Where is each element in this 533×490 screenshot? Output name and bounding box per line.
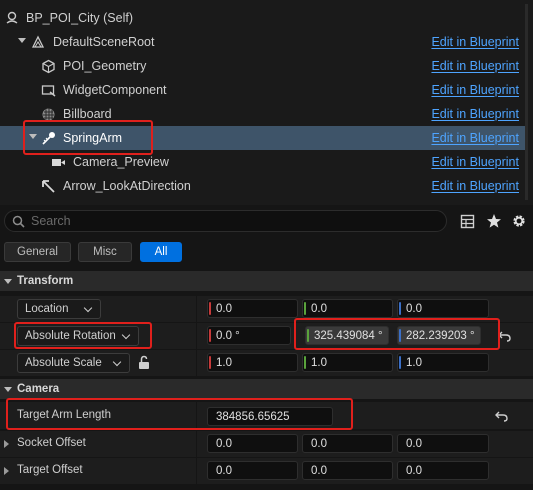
scale-dropdown[interactable]: Absolute Scale: [17, 353, 130, 373]
rotation-y-field[interactable]: 325.439084 °: [305, 326, 389, 345]
reset-to-default-icon[interactable]: [495, 410, 508, 425]
scene-root-icon: [30, 34, 46, 50]
expand-arrow-icon[interactable]: [4, 467, 9, 475]
location-dropdown[interactable]: Location: [17, 299, 101, 319]
target-arm-length-label: Target Arm Length: [17, 409, 111, 421]
edit-in-blueprint-link[interactable]: Edit in Blueprint: [431, 35, 519, 49]
tree-item-defaultsceneroot[interactable]: DefaultSceneRoot Edit in Blueprint: [0, 30, 525, 54]
scale-z-field[interactable]: 1.0: [397, 353, 489, 372]
rotation-z-field[interactable]: 282.239203 °: [397, 326, 481, 345]
table-view-icon[interactable]: [458, 212, 476, 230]
spring-arm-icon: [40, 130, 56, 146]
socket-offset-y-field[interactable]: 0.0: [302, 434, 393, 453]
tree-item-self[interactable]: BP_POI_City (Self): [0, 6, 525, 30]
property-row-absolute-scale: Absolute Scale 1.0 1.0 1.0: [0, 349, 533, 376]
static-mesh-icon: [40, 58, 56, 74]
tree-item-camera-preview[interactable]: Camera_Preview Edit in Blueprint: [0, 150, 525, 174]
edit-in-blueprint-link[interactable]: Edit in Blueprint: [431, 179, 519, 193]
tree-item-poi-geometry[interactable]: POI_Geometry Edit in Blueprint: [0, 54, 525, 78]
tree-item-label: Camera_Preview: [73, 155, 169, 169]
tree-item-widgetcomponent[interactable]: WidgetComponent Edit in Blueprint: [0, 78, 525, 102]
components-tree: BP_POI_City (Self) DefaultSceneRoot Edit…: [0, 0, 533, 205]
section-camera[interactable]: Camera: [0, 379, 533, 399]
edit-in-blueprint-link[interactable]: Edit in Blueprint: [431, 107, 519, 121]
expand-arrow-icon[interactable]: [4, 440, 9, 448]
widget-icon: [40, 82, 56, 98]
billboard-icon: [40, 106, 56, 122]
target-offset-label: Target Offset: [17, 464, 83, 476]
property-row-socket-offset: Socket Offset 0.0 0.0 0.0: [0, 430, 533, 457]
property-row-target-arm-length: Target Arm Length 384856.65625: [0, 401, 533, 429]
collapse-arrow-icon: [4, 387, 12, 392]
tree-item-label: BP_POI_City (Self): [26, 11, 133, 25]
tree-item-springarm[interactable]: SpringArm Edit in Blueprint: [0, 126, 525, 150]
chevron-down-icon: [83, 303, 93, 313]
scale-x-field[interactable]: 1.0: [207, 353, 298, 372]
tree-item-label: DefaultSceneRoot: [53, 35, 155, 49]
edit-in-blueprint-link[interactable]: Edit in Blueprint: [431, 59, 519, 73]
expand-arrow-icon[interactable]: [18, 38, 26, 43]
filter-general-button[interactable]: General: [4, 242, 71, 262]
tree-item-label: POI_Geometry: [63, 59, 147, 73]
search-icon: [12, 215, 25, 231]
target-offset-y-field[interactable]: 0.0: [302, 461, 393, 480]
location-x-field[interactable]: 0.0: [207, 299, 298, 318]
socket-offset-label: Socket Offset: [17, 437, 86, 449]
tree-item-label: Billboard: [63, 107, 112, 121]
target-arm-length-field[interactable]: 384856.65625: [207, 407, 333, 426]
star-icon[interactable]: [485, 212, 503, 230]
gear-icon[interactable]: [510, 212, 528, 230]
edit-in-blueprint-link[interactable]: Edit in Blueprint: [431, 155, 519, 169]
property-row-absolute-rotation: Absolute Rotation 0.0 ° 325.439084 ° 282…: [0, 322, 533, 349]
property-row-target-offset: Target Offset 0.0 0.0 0.0: [0, 457, 533, 484]
tree-item-label: SpringArm: [63, 131, 123, 145]
socket-offset-x-field[interactable]: 0.0: [207, 434, 298, 453]
target-offset-z-field[interactable]: 0.0: [397, 461, 489, 480]
section-transform[interactable]: Transform: [0, 271, 533, 291]
edit-in-blueprint-link[interactable]: Edit in Blueprint: [431, 83, 519, 97]
property-row-location: Location 0.0 0.0 0.0: [0, 295, 533, 322]
rotation-dropdown[interactable]: Absolute Rotation: [17, 326, 139, 346]
collapse-arrow-icon: [4, 279, 12, 284]
search-box[interactable]: [4, 210, 447, 232]
chevron-down-icon: [121, 330, 131, 340]
search-input[interactable]: [31, 213, 431, 229]
edit-in-blueprint-link[interactable]: Edit in Blueprint: [431, 131, 519, 145]
arrow-component-icon: [40, 178, 56, 194]
target-offset-x-field[interactable]: 0.0: [207, 461, 298, 480]
tree-item-label: WidgetComponent: [63, 83, 167, 97]
location-y-field[interactable]: 0.0: [302, 299, 393, 318]
filter-misc-button[interactable]: Misc: [78, 242, 132, 262]
reset-to-default-icon[interactable]: [498, 330, 511, 345]
filter-all-button[interactable]: All: [140, 242, 182, 262]
tree-item-label: Arrow_LookAtDirection: [63, 179, 191, 193]
tree-item-billboard[interactable]: Billboard Edit in Blueprint: [0, 102, 525, 126]
chevron-down-icon: [112, 357, 122, 367]
tree-scrollbar[interactable]: [525, 4, 528, 200]
scale-y-field[interactable]: 1.0: [302, 353, 393, 372]
camera-icon: [50, 154, 66, 170]
tree-item-arrow-lookatdirection[interactable]: Arrow_LookAtDirection Edit in Blueprint: [0, 174, 525, 198]
actor-icon: [4, 10, 20, 26]
rotation-x-field[interactable]: 0.0 °: [207, 326, 291, 345]
socket-offset-z-field[interactable]: 0.0: [397, 434, 489, 453]
expand-arrow-icon[interactable]: [29, 134, 37, 139]
location-z-field[interactable]: 0.0: [397, 299, 489, 318]
lock-icon[interactable]: [137, 355, 151, 373]
